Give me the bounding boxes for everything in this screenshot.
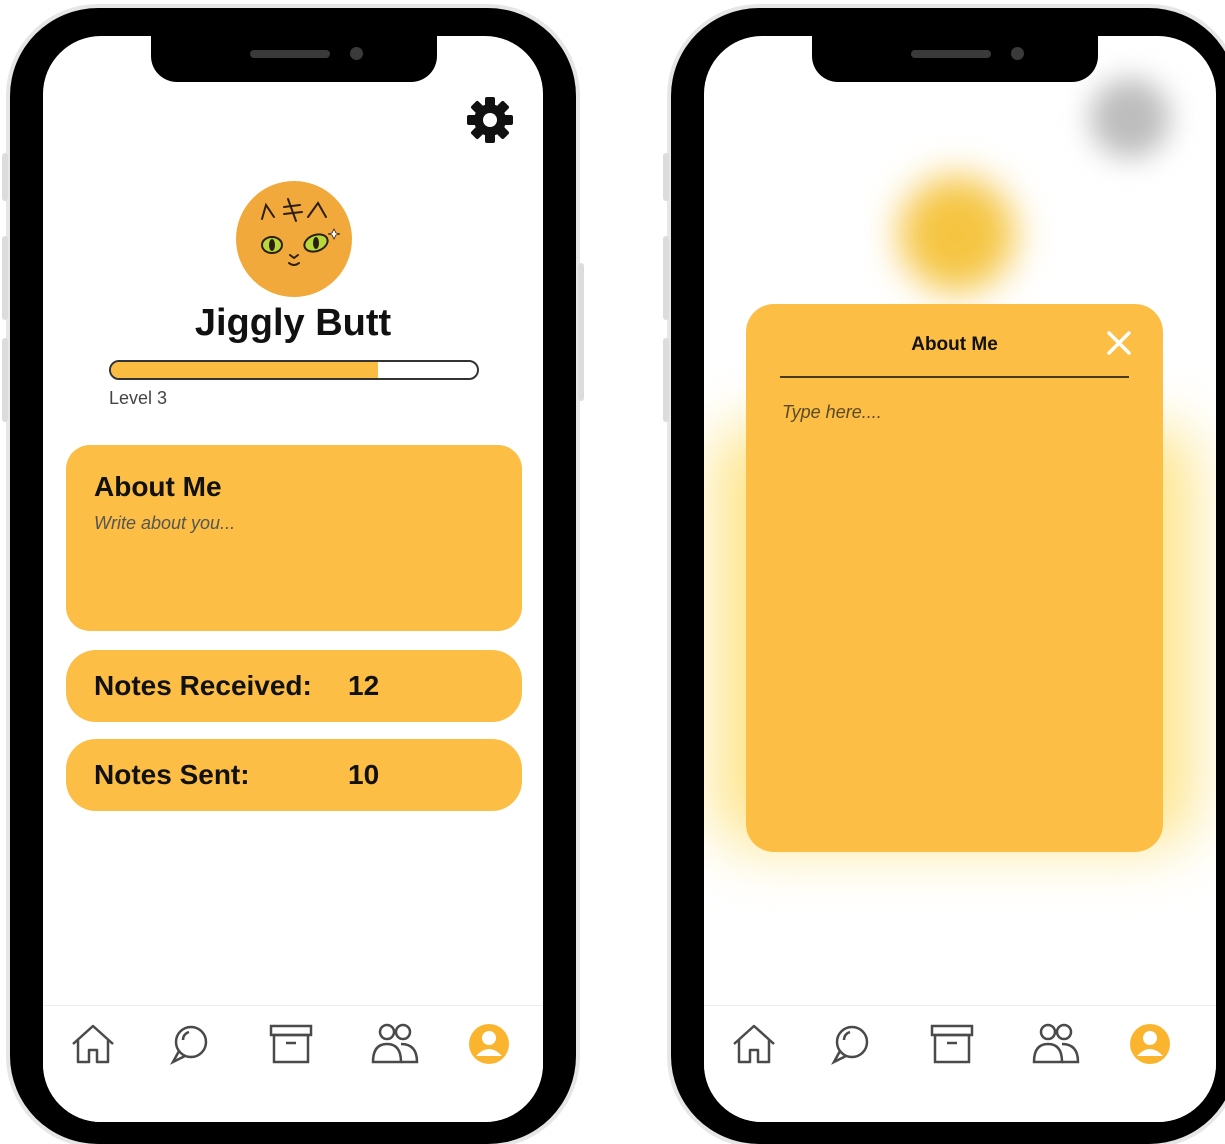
side-button	[2, 338, 8, 422]
profile-icon[interactable]	[463, 1018, 515, 1070]
profile-icon[interactable]	[1124, 1018, 1176, 1070]
phone-frame-about-modal: About Me	[663, 8, 1225, 1144]
friends-icon[interactable]	[1030, 1018, 1082, 1070]
side-button	[663, 153, 669, 201]
level-label: Level 3	[109, 388, 168, 408]
side-button	[578, 263, 584, 401]
notes-sent-card: Notes Sent: 10	[66, 739, 522, 811]
camera	[350, 47, 363, 60]
blurred-avatar	[899, 176, 1015, 292]
side-button	[2, 236, 8, 320]
modal-title: About Me	[911, 334, 998, 355]
home-icon[interactable]	[67, 1018, 119, 1070]
profile-screen: Jiggly Butt Level 3 About Me Write about…	[43, 36, 543, 1122]
side-button	[663, 338, 669, 422]
about-modal-screen: About Me	[704, 36, 1216, 1122]
side-button	[663, 236, 669, 320]
avatar[interactable]	[236, 181, 352, 297]
about-me-input[interactable]	[780, 396, 1124, 428]
about-me-placeholder: Write about you...	[94, 513, 236, 533]
notch	[151, 36, 437, 82]
phone-frame-profile: Jiggly Butt Level 3 About Me Write about…	[2, 8, 584, 1144]
notch	[812, 36, 1098, 82]
about-me-card[interactable]: About Me Write about you...	[66, 445, 522, 631]
notes-received-value: 12	[348, 670, 380, 701]
cat-face-icon	[261, 198, 341, 266]
close-icon[interactable]	[1104, 328, 1134, 358]
bottom-nav	[704, 1005, 1216, 1122]
side-button	[2, 153, 8, 201]
camera	[1011, 47, 1024, 60]
blurred-gear	[1090, 78, 1170, 158]
notes-received-label: Notes Received:	[94, 670, 312, 701]
level-progress-bar	[109, 360, 479, 380]
modal-divider	[780, 376, 1129, 378]
archive-icon[interactable]	[265, 1018, 317, 1070]
bottom-nav	[43, 1005, 543, 1122]
chat-icon[interactable]	[824, 1018, 876, 1070]
notes-sent-value: 10	[348, 759, 380, 790]
about-me-title: About Me	[94, 471, 222, 502]
notes-received-card: Notes Received: 12	[66, 650, 522, 722]
username: Jiggly Butt	[194, 302, 392, 344]
speaker	[250, 50, 330, 58]
level-progress-fill	[111, 362, 379, 378]
friends-icon[interactable]	[369, 1018, 421, 1070]
home-icon[interactable]	[728, 1018, 780, 1070]
archive-icon[interactable]	[926, 1018, 978, 1070]
settings-gear-icon[interactable]	[466, 96, 514, 144]
chat-icon[interactable]	[163, 1018, 215, 1070]
notes-sent-label: Notes Sent:	[94, 759, 250, 790]
about-me-modal: About Me	[746, 304, 1163, 852]
speaker	[911, 50, 991, 58]
